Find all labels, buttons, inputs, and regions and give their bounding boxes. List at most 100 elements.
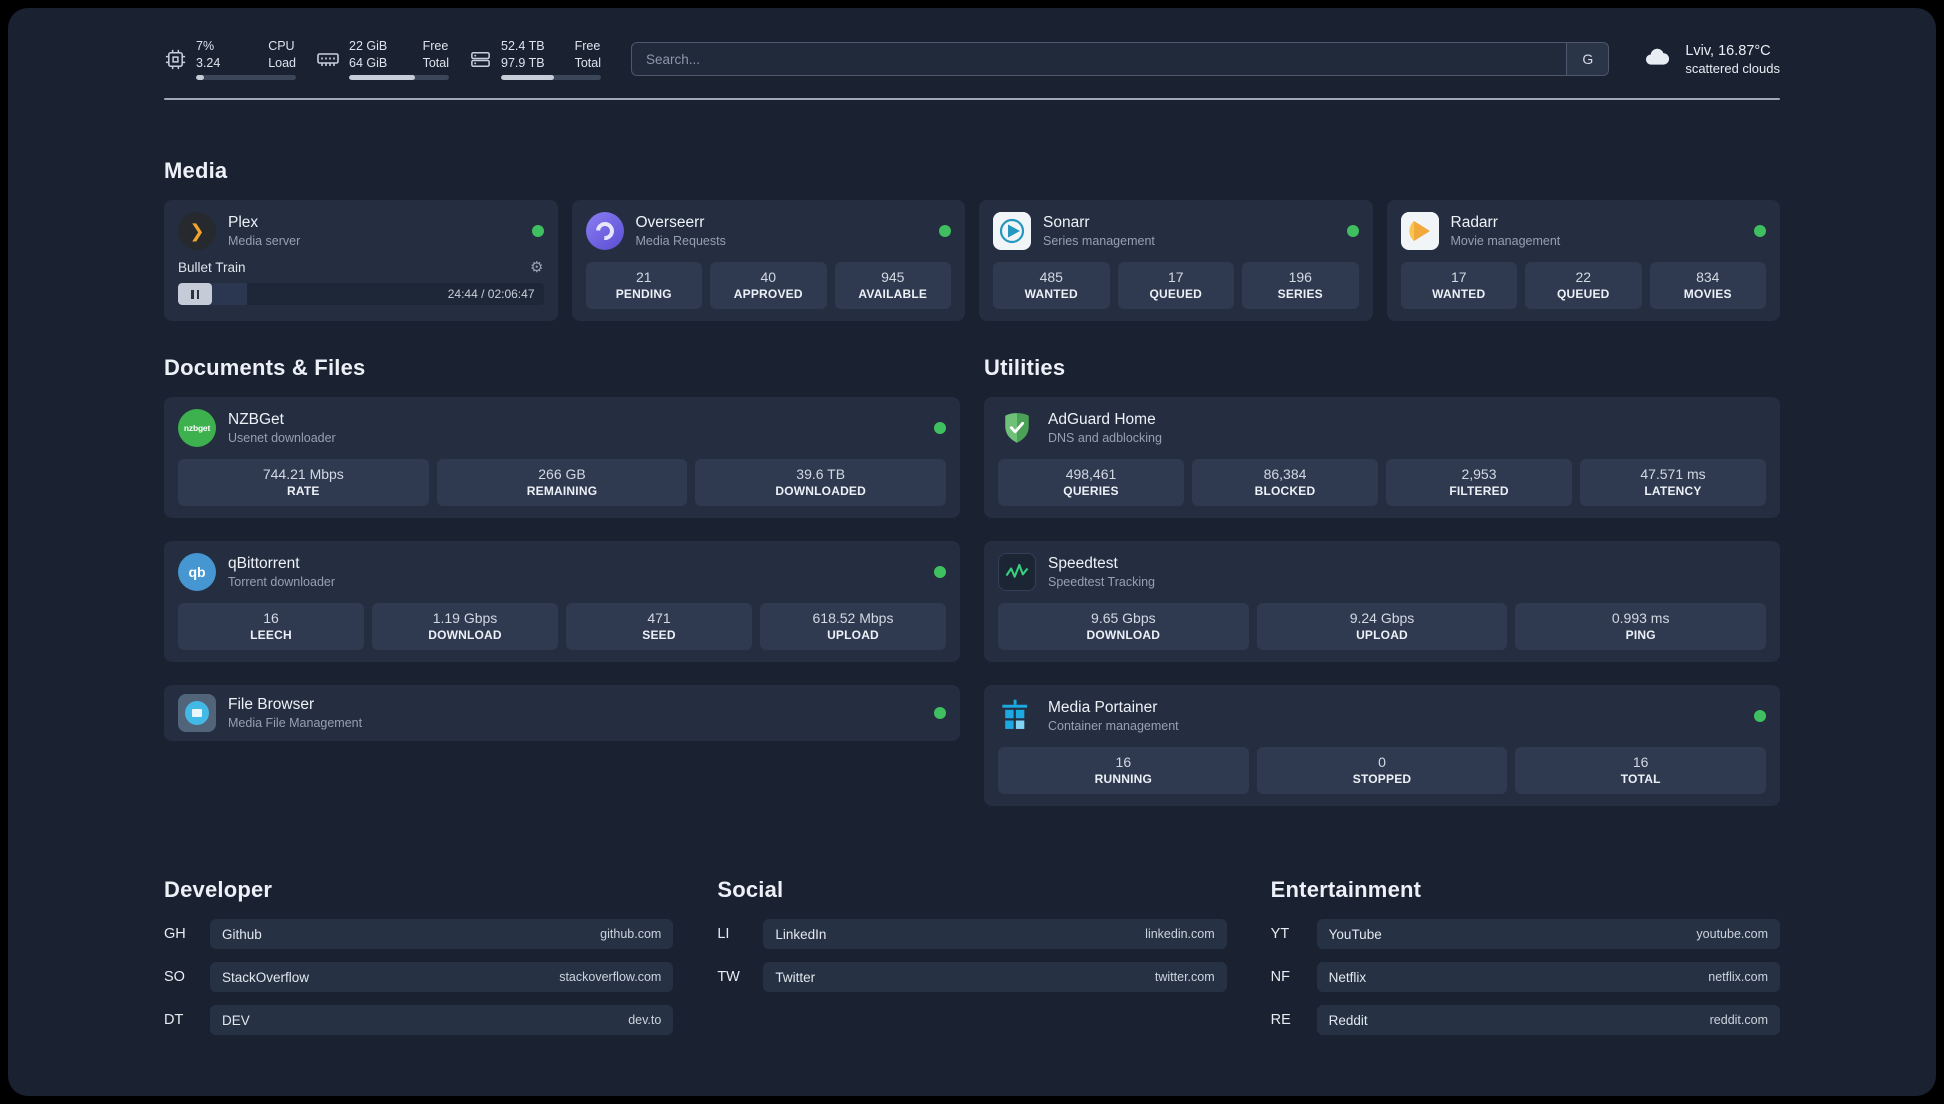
app-name: File Browser	[228, 696, 315, 713]
bookmark-abbr: RE	[1270, 1012, 1291, 1028]
stat-value: 22	[1575, 269, 1592, 285]
bookmark-youtube[interactable]: YouTube youtube.com	[1316, 919, 1780, 949]
speedtest-app-link[interactable]: Speedtest Speedtest Tracking	[998, 553, 1766, 591]
status-online-dot	[1754, 710, 1766, 722]
bookmark-row: YT YouTube youtube.com	[1271, 919, 1780, 949]
stat-tile: 196 SERIES	[1242, 262, 1359, 309]
documents-section-title: Documents & Files	[164, 355, 366, 380]
radarr-app-link[interactable]: Radarr Movie management	[1400, 212, 1766, 250]
disk-total-value: 97.9 TB	[501, 55, 545, 70]
status-online-dot	[1754, 225, 1766, 237]
social-group: Social LI LinkedIn linkedin.com TW Twitt…	[717, 877, 1227, 1035]
search-engine-button[interactable]: G	[1566, 43, 1609, 75]
stat-label: LATENCY	[1644, 484, 1702, 498]
disk-icon	[469, 48, 492, 71]
bookmark-url: youtube.com	[1696, 927, 1768, 941]
stat-label: SEED	[642, 628, 676, 642]
stat-label: DOWNLOADED	[775, 484, 867, 498]
bookmark-stackoverflow[interactable]: StackOverflow stackoverflow.com	[210, 962, 674, 992]
app-name: Overseerr	[635, 214, 705, 231]
app-name: AdGuard Home	[1048, 411, 1156, 428]
bookmark-url: stackoverflow.com	[559, 970, 662, 984]
qbittorrent-app-link[interactable]: qb qBittorrent Torrent downloader	[178, 553, 946, 591]
stat-value: 2,953	[1461, 466, 1497, 482]
stat-tile: 471 SEED	[566, 603, 752, 650]
portainer-icon	[998, 697, 1036, 735]
top-bar: 7% 3.24 CPU Load 22 GiB 64 GiB Free Tota…	[164, 38, 1780, 80]
stat-value: 834	[1696, 269, 1720, 285]
disk-free-value: 52.4 TB	[501, 39, 545, 53]
bookmark-github[interactable]: Github github.com	[210, 919, 674, 949]
stat-value: 21	[635, 269, 652, 285]
pause-button[interactable]	[178, 283, 212, 305]
app-subtitle: DNS and adblocking	[1048, 431, 1162, 445]
search-input[interactable]	[631, 42, 1610, 76]
filebrowser-icon	[178, 694, 216, 732]
bookmark-linkedin[interactable]: LinkedIn linkedin.com	[763, 919, 1227, 949]
stat-label: QUEUED	[1149, 287, 1203, 301]
app-name: Plex	[228, 214, 259, 231]
speedtest-chart-icon	[998, 553, 1036, 591]
overseerr-app-link[interactable]: Overseerr Media Requests	[585, 212, 951, 250]
bookmark-abbr: YT	[1270, 926, 1290, 942]
stat-label: SERIES	[1277, 287, 1323, 301]
cpu-progress-bar	[196, 75, 296, 80]
portainer-app-link[interactable]: Media Portainer Container management	[998, 697, 1766, 735]
stat-value: 618.52 Mbps	[812, 610, 894, 626]
developer-section-title: Developer	[164, 877, 273, 902]
stat-label: WANTED	[1432, 287, 1486, 301]
bookmark-name: DEV	[222, 1012, 250, 1028]
sonarr-icon	[993, 212, 1031, 250]
filebrowser-app-link[interactable]: File Browser Media File Management	[178, 694, 946, 732]
stat-value: 945	[881, 269, 905, 285]
dashboard-frame: 7% 3.24 CPU Load 22 GiB 64 GiB Free Tota…	[8, 8, 1936, 1096]
ram-icon	[316, 47, 340, 71]
stat-label: BLOCKED	[1254, 484, 1316, 498]
bookmark-netflix[interactable]: Netflix netflix.com	[1316, 962, 1780, 992]
radarr-card: Radarr Movie management 17 WANTED 22 QUEUE…	[1386, 200, 1780, 321]
app-subtitle: Media Requests	[635, 234, 726, 248]
media-section-title: Media	[164, 158, 228, 183]
app-subtitle: Movie management	[1450, 234, 1561, 248]
bookmark-row: TW Twitter twitter.com	[717, 962, 1227, 992]
plex-app-link[interactable]: ❯ Plex Media server	[178, 212, 544, 250]
stat-value: 16	[263, 610, 279, 626]
app-name: Media Portainer	[1048, 699, 1158, 716]
sonarr-app-link[interactable]: Sonarr Series management	[993, 212, 1359, 250]
nzbget-card: nzbget NZBGet Usenet downloader 744.21 M…	[164, 397, 960, 518]
stat-value: 16	[1115, 754, 1132, 770]
stat-label: DOWNLOAD	[1086, 628, 1161, 642]
stat-tile: 2,953 FILTERED	[1386, 459, 1572, 506]
stat-label: RATE	[287, 484, 320, 498]
bookmark-twitter[interactable]: Twitter twitter.com	[763, 962, 1227, 992]
ram-total-label: Total	[422, 55, 449, 70]
stat-value: 40	[760, 269, 777, 285]
nzbget-app-link[interactable]: nzbget NZBGet Usenet downloader	[178, 409, 946, 447]
adguard-app-link[interactable]: AdGuard Home DNS and adblocking	[998, 409, 1766, 447]
stat-tile: 744.21 Mbps RATE	[178, 459, 429, 506]
bookmark-name: LinkedIn	[775, 926, 827, 942]
app-subtitle: Usenet downloader	[228, 431, 336, 445]
playback-progress-bar[interactable]: 24:44 / 02:06:47	[178, 283, 544, 305]
cpu-icon	[164, 48, 187, 71]
bookmark-dev[interactable]: DEV dev.to	[210, 1005, 674, 1035]
bookmark-reddit[interactable]: Reddit reddit.com	[1316, 1005, 1780, 1035]
stat-label: FILTERED	[1449, 484, 1509, 498]
stat-label: STOPPED	[1352, 772, 1412, 786]
bookmark-url: github.com	[600, 927, 662, 941]
bookmark-row: DT DEV dev.to	[164, 1005, 674, 1035]
gear-icon[interactable]: ⚙	[530, 260, 543, 275]
stat-tile: 834 MOVIES	[1649, 262, 1766, 309]
cpu-load-label: Load	[268, 55, 296, 70]
stat-tile: 9.65 Gbps DOWNLOAD	[998, 603, 1249, 650]
stat-tile: 16 TOTAL	[1515, 747, 1767, 794]
stat-value: 9.65 Gbps	[1091, 610, 1156, 626]
media-section: Media ❯ Plex Media server Bullet Train ⚙	[164, 158, 1780, 321]
stat-tile: 9.24 Gbps UPLOAD	[1256, 603, 1508, 650]
status-online-dot	[939, 225, 951, 237]
stat-label: UPLOAD	[827, 628, 879, 642]
stat-value: 86,384	[1263, 466, 1307, 482]
filebrowser-card: File Browser Media File Management	[164, 685, 960, 741]
overseerr-card: Overseerr Media Requests 21 PENDING 40 APP…	[571, 200, 965, 321]
app-subtitle: Container management	[1048, 719, 1179, 733]
